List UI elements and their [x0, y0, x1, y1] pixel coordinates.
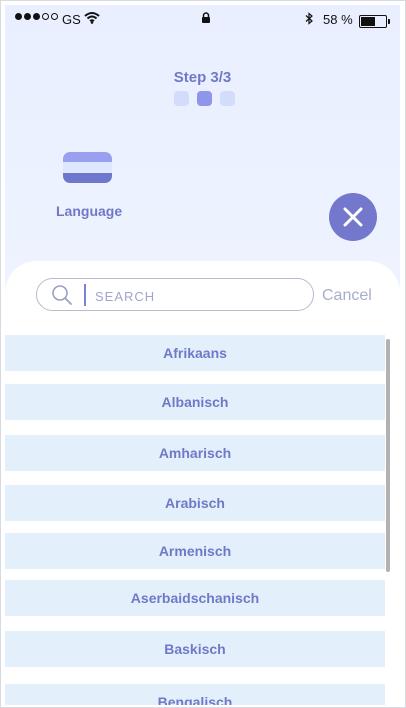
close-icon: [343, 207, 363, 227]
battery-icon: [359, 15, 390, 28]
language-name: Aserbaidschanisch: [130, 590, 260, 606]
language-name: Amharisch: [158, 445, 232, 461]
language-list-item[interactable]: Aserbaidschanisch: [5, 580, 385, 616]
bluetooth-icon: [305, 12, 314, 28]
language-list-item[interactable]: Armenisch: [5, 533, 385, 569]
wifi-icon: [84, 11, 100, 27]
cancel-button[interactable]: Cancel: [322, 287, 372, 305]
language-flag-icon: [63, 152, 112, 183]
language-name: Albanisch: [161, 394, 229, 410]
lock-icon: [201, 12, 211, 27]
step-dot: [174, 91, 189, 106]
step-dot: [197, 91, 212, 106]
language-label: Language: [56, 203, 123, 219]
flag-stripe: [63, 172, 112, 183]
signal-dot: [15, 13, 22, 20]
scrollbar[interactable]: [386, 339, 390, 572]
language-list-item[interactable]: Bengalisch: [5, 684, 385, 705]
language-picker-sheet: Cancel Afrikaans Albanisch Amharisch Arabis…: [5, 261, 400, 705]
language-list-item[interactable]: Amharisch: [5, 435, 385, 471]
language-name: Bengalisch: [157, 694, 233, 705]
step-progress-dots: [174, 91, 235, 106]
close-button[interactable]: [329, 193, 377, 241]
language-list-item[interactable]: Albanisch: [5, 384, 385, 420]
signal-strength-icon: [15, 13, 58, 20]
carrier-name: GS: [62, 12, 81, 27]
battery-percentage: 58 %: [323, 12, 353, 27]
text-cursor: [84, 284, 86, 306]
step-indicator-title: Step 3/3: [173, 69, 232, 86]
signal-dot: [42, 13, 49, 20]
language-name: Armenisch: [158, 543, 232, 559]
signal-dot: [24, 13, 31, 20]
flag-stripe: [63, 152, 112, 163]
language-list-item[interactable]: Baskisch: [5, 631, 385, 667]
step-dot: [220, 91, 235, 106]
signal-dot: [51, 13, 58, 20]
flag-stripe: [63, 162, 112, 173]
search-input[interactable]: [93, 284, 307, 308]
language-name: Arabisch: [165, 495, 225, 511]
language-list-item[interactable]: Arabisch: [5, 485, 385, 521]
language-name: Afrikaans: [163, 345, 227, 361]
status-bar: GS 58 %: [5, 5, 400, 35]
app-screen: GS 58 % Step 3/3 Language SEARCH Cancel …: [5, 5, 400, 705]
language-name: Baskisch: [164, 641, 226, 657]
language-list-item[interactable]: Afrikaans: [5, 335, 385, 371]
search-field[interactable]: [36, 278, 314, 311]
search-icon: [51, 284, 73, 311]
signal-dot: [33, 13, 40, 20]
